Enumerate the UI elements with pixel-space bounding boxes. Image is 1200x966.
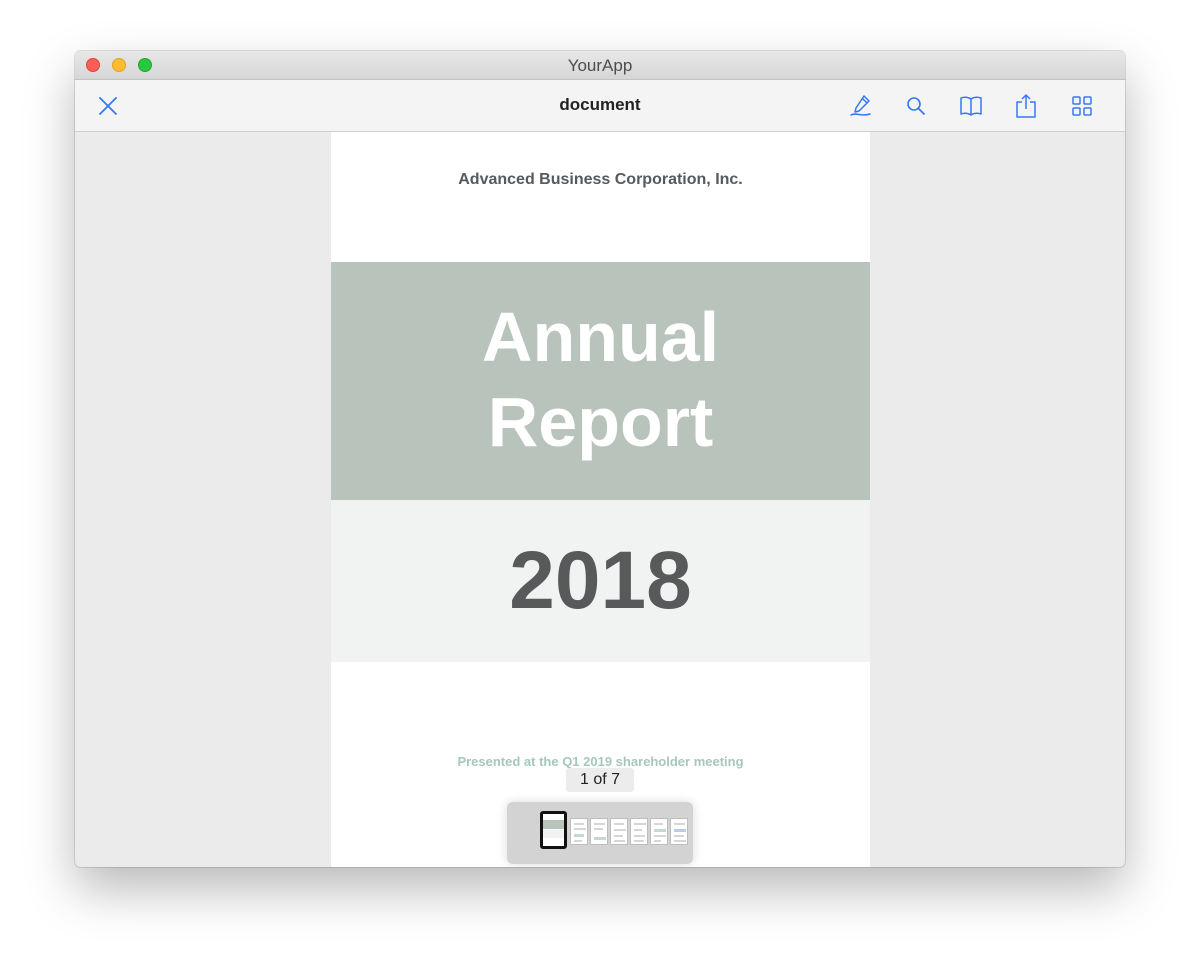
search-button[interactable] xyxy=(902,92,930,120)
thumbnail-grid-button[interactable] xyxy=(1068,92,1096,120)
thumbnail-scrubber[interactable] xyxy=(507,802,693,864)
page-thumbnail-3[interactable] xyxy=(590,818,608,845)
report-year: 2018 xyxy=(509,535,692,626)
title-band: Annual Report xyxy=(331,262,870,500)
grid-icon xyxy=(1072,96,1092,116)
annotate-pen-icon xyxy=(850,95,871,116)
report-title-line-2: Report xyxy=(487,383,714,461)
presented-caption: Presented at the Q1 2019 shareholder mee… xyxy=(457,754,744,769)
page-thumbnail-5[interactable] xyxy=(630,818,648,845)
document-page: Advanced Business Corporation, Inc. Annu… xyxy=(331,132,870,867)
share-button[interactable] xyxy=(1012,92,1040,120)
year-band: 2018 xyxy=(331,500,870,662)
app-window: YourApp document Advanced Business Corpo… xyxy=(75,51,1125,867)
share-icon xyxy=(1016,94,1036,118)
page-thumbnail-4[interactable] xyxy=(610,818,628,845)
toolbar: document xyxy=(75,80,1125,132)
report-title-line-1: Annual xyxy=(481,298,720,376)
outline-button[interactable] xyxy=(957,92,985,120)
page-thumbnail-1[interactable] xyxy=(540,811,567,849)
book-outline-icon xyxy=(960,96,982,116)
page-thumbnail-2[interactable] xyxy=(570,818,588,845)
window-title: YourApp xyxy=(567,56,633,75)
page-indicator: 1 of 7 xyxy=(566,768,634,792)
page-thumbnail-6[interactable] xyxy=(650,818,668,845)
annotate-button[interactable] xyxy=(847,92,875,120)
page-thumbnail-7[interactable] xyxy=(670,818,688,845)
search-icon xyxy=(907,97,925,115)
company-name: Advanced Business Corporation, Inc. xyxy=(458,171,743,188)
title-bar: YourApp xyxy=(75,51,1125,80)
document-viewer[interactable]: Advanced Business Corporation, Inc. Annu… xyxy=(75,132,1125,867)
